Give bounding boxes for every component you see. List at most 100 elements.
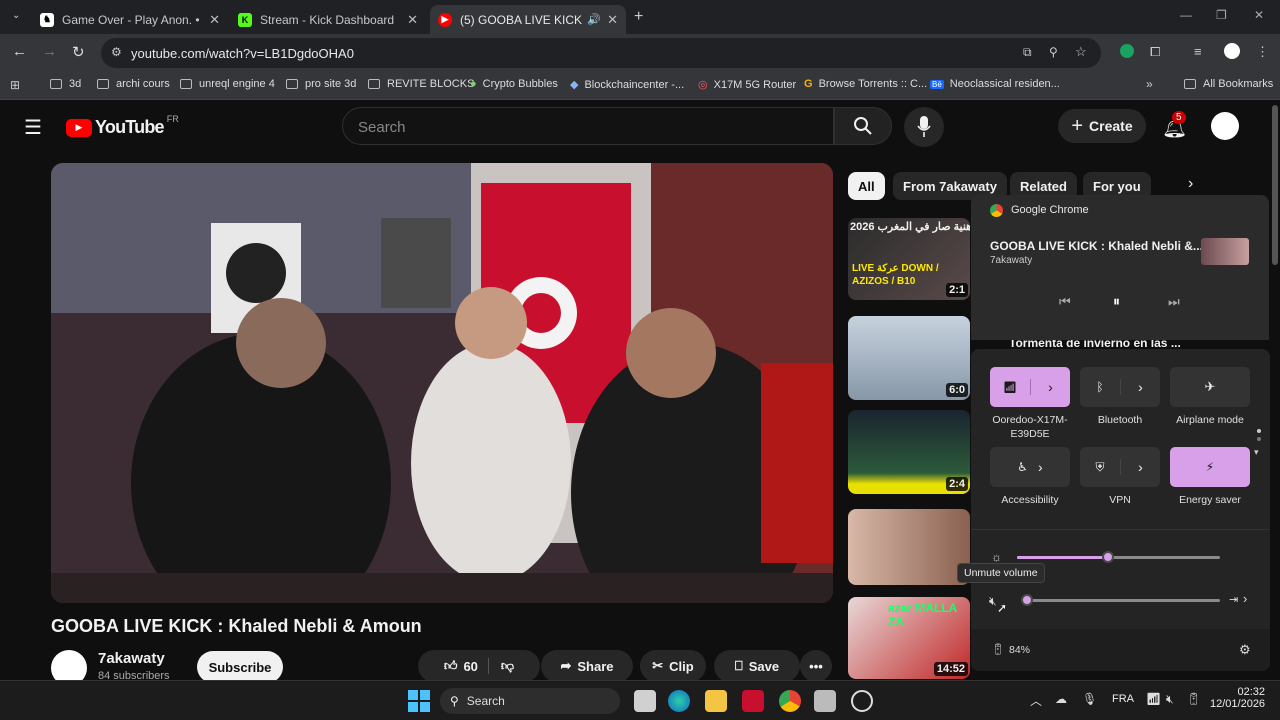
search-button[interactable] bbox=[834, 107, 892, 145]
sidebar-video-thumbnail[interactable]: 2:4 bbox=[848, 410, 970, 494]
app-icon[interactable] bbox=[851, 690, 873, 712]
chrome-taskbar-icon[interactable] bbox=[779, 690, 801, 712]
close-tab-icon[interactable]: ✕ bbox=[407, 12, 418, 28]
file-explorer-icon[interactable] bbox=[705, 690, 727, 712]
app-icon[interactable] bbox=[742, 690, 764, 712]
settings-gear-icon[interactable]: ⚙ bbox=[1239, 642, 1251, 658]
extensions-icon[interactable]: ⧠ bbox=[1150, 44, 1160, 60]
scroll-down-icon[interactable]: ▾ bbox=[1254, 447, 1259, 458]
profile-avatar-icon[interactable] bbox=[1224, 43, 1240, 59]
windows-start-icon[interactable] bbox=[408, 690, 430, 712]
tab-lichess[interactable]: ♞ Game Over - Play Anon. • lichess ✕ bbox=[32, 5, 228, 34]
minimize-icon[interactable]: — bbox=[1180, 8, 1192, 22]
youtube-logo[interactable]: ▶ YouTube FR bbox=[66, 114, 179, 138]
reload-icon[interactable]: ↻ bbox=[72, 43, 85, 61]
bookmark-item[interactable]: Bē Neoclassical residen... bbox=[930, 78, 1060, 90]
brightness-slider-knob[interactable] bbox=[1102, 551, 1115, 563]
energy-saver-tile[interactable]: ⚡︎ bbox=[1170, 447, 1250, 487]
sidebar-video-thumbnail[interactable]: 6:0 bbox=[848, 316, 970, 400]
bookmark-item[interactable]: ◆ Blockchaincenter -... bbox=[570, 78, 684, 92]
task-view-icon[interactable] bbox=[634, 690, 656, 712]
page-scrollbar[interactable] bbox=[1270, 101, 1280, 680]
back-icon[interactable]: ← bbox=[12, 43, 27, 60]
pause-icon[interactable]: ⏸ bbox=[1113, 293, 1120, 310]
wifi-tile[interactable]: 📶︎ › bbox=[990, 367, 1070, 407]
tab-search-icon[interactable]: ⌄ bbox=[12, 10, 20, 21]
show-hidden-icons-chevron-icon[interactable]: ︿ bbox=[1030, 692, 1042, 709]
bookmark-item[interactable]: pro site 3d bbox=[286, 78, 356, 90]
accessibility-tile[interactable]: ♿︎ › bbox=[990, 447, 1070, 487]
sidebar-video-thumbnail[interactable]: azar MALLA ZA 14:52 bbox=[848, 597, 970, 679]
volume-muted-icon[interactable]: 🔇︎ bbox=[989, 594, 997, 609]
bookmark-item[interactable]: G Browse Torrents :: C... bbox=[804, 78, 927, 90]
chevron-right-icon[interactable]: › bbox=[1120, 459, 1160, 475]
audio-output-icon[interactable]: ⇥ bbox=[1229, 593, 1238, 606]
close-tab-icon[interactable]: ✕ bbox=[607, 12, 618, 28]
more-bookmarks-icon[interactable]: » bbox=[1146, 77, 1153, 91]
chevron-right-icon[interactable]: › bbox=[1038, 459, 1043, 475]
chip-all[interactable]: All bbox=[848, 172, 885, 200]
subscribe-button[interactable]: Subscribe bbox=[197, 651, 283, 683]
notifications-button[interactable]: 🔔︎ 5 bbox=[1162, 111, 1187, 140]
sidebar-video-thumbnail[interactable]: 2026 هنية صار في المغرب LIVE عركة DOWN /… bbox=[848, 218, 970, 300]
previous-track-icon[interactable]: ⏮ bbox=[1059, 294, 1071, 310]
forward-icon[interactable]: → bbox=[42, 43, 57, 60]
wifi-tray-icon[interactable]: 📶︎ bbox=[1146, 692, 1161, 706]
zoom-icon[interactable]: ⚲ bbox=[1049, 45, 1058, 59]
bookmark-item[interactable]: REVITE BLOCKS bbox=[368, 78, 474, 90]
onedrive-cloud-icon[interactable]: ☁ bbox=[1055, 692, 1067, 706]
page-indicator-dot[interactable] bbox=[1257, 437, 1261, 441]
bookmark-item[interactable]: 3d bbox=[50, 78, 81, 90]
battery-tray-icon[interactable]: 🔋︎ bbox=[1186, 692, 1201, 706]
share-button[interactable]: ➦ Share bbox=[541, 650, 633, 682]
battery-icon[interactable]: 🔋︎ bbox=[991, 643, 1005, 656]
app-icon[interactable] bbox=[814, 690, 836, 712]
bluetooth-tile[interactable]: ᛒ › bbox=[1080, 367, 1160, 407]
vpn-tile[interactable]: ⛨ › bbox=[1080, 447, 1160, 487]
chevron-right-icon[interactable]: › bbox=[1120, 379, 1160, 395]
hamburger-menu-icon[interactable]: ☰ bbox=[24, 115, 42, 140]
more-actions-button[interactable]: ••• bbox=[800, 650, 832, 682]
close-window-icon[interactable]: ✕ bbox=[1254, 8, 1264, 22]
scrollbar-thumb[interactable] bbox=[1272, 105, 1278, 265]
bookmark-item[interactable]: archi cours bbox=[97, 78, 170, 90]
edge-browser-icon[interactable] bbox=[668, 690, 690, 712]
volume-slider-track[interactable] bbox=[1027, 599, 1220, 602]
bookmark-item[interactable]: ◎ X17M 5G Router bbox=[698, 78, 796, 92]
tab-kick[interactable]: K Stream - Kick Dashboard ✕ bbox=[230, 5, 426, 34]
account-avatar[interactable] bbox=[1211, 112, 1239, 140]
channel-name[interactable]: 7akawaty bbox=[98, 650, 165, 667]
chevron-right-icon[interactable]: › bbox=[1243, 591, 1247, 606]
dislike-button[interactable]: 👎︎ bbox=[495, 658, 514, 674]
like-button[interactable]: 👍︎ 60 bbox=[444, 658, 489, 674]
voice-search-button[interactable] bbox=[904, 107, 944, 147]
close-tab-icon[interactable]: ✕ bbox=[209, 12, 220, 28]
address-bar[interactable]: ⚙ youtube.com/watch?v=LB1DgdoOHA0 ⧉ ⚲ ☆ bbox=[101, 38, 1101, 68]
tab-youtube[interactable]: ▶ (5) GOOBA LIVE KICK : Khaled Nebli 🔊 ✕ bbox=[430, 5, 626, 34]
all-bookmarks[interactable]: All Bookmarks bbox=[1184, 78, 1273, 90]
microphone-icon[interactable]: 🎙︎ bbox=[1082, 692, 1097, 706]
volume-muted-tray-icon[interactable]: 🔇︎ bbox=[1166, 692, 1174, 707]
page-indicator-dot[interactable] bbox=[1257, 429, 1261, 433]
media-controls-icon[interactable]: ≡ bbox=[1194, 44, 1202, 59]
volume-slider-knob[interactable] bbox=[1021, 594, 1033, 606]
chevron-right-icon[interactable]: › bbox=[1188, 175, 1193, 193]
chrome-menu-icon[interactable]: ⋮ bbox=[1256, 44, 1269, 60]
grammarly-extension-icon[interactable] bbox=[1120, 44, 1134, 58]
video-player[interactable] bbox=[51, 163, 833, 603]
site-info-icon[interactable]: ⚙ bbox=[111, 45, 122, 59]
audio-playing-icon[interactable]: 🔊 bbox=[587, 13, 601, 26]
create-button[interactable]: + Create bbox=[1058, 109, 1146, 143]
taskbar-clock[interactable]: 02:32 12/01/2026 bbox=[1210, 686, 1265, 710]
install-app-icon[interactable]: ⧉ bbox=[1023, 45, 1032, 60]
new-tab-icon[interactable]: + bbox=[634, 8, 643, 26]
sidebar-video-thumbnail[interactable] bbox=[848, 509, 970, 585]
next-track-icon[interactable]: ⏭ bbox=[1168, 294, 1180, 310]
search-input[interactable]: Search bbox=[342, 107, 834, 145]
bookmark-star-icon[interactable]: ☆ bbox=[1075, 44, 1087, 60]
clip-button[interactable]: ✂ Clip bbox=[640, 650, 706, 682]
keyboard-language[interactable]: FRA bbox=[1112, 693, 1134, 705]
bookmark-item[interactable]: unreql engine 4 bbox=[180, 78, 275, 90]
apps-grid-icon[interactable]: ⊞ bbox=[10, 78, 20, 92]
airplane-mode-tile[interactable]: ✈ bbox=[1170, 367, 1250, 407]
